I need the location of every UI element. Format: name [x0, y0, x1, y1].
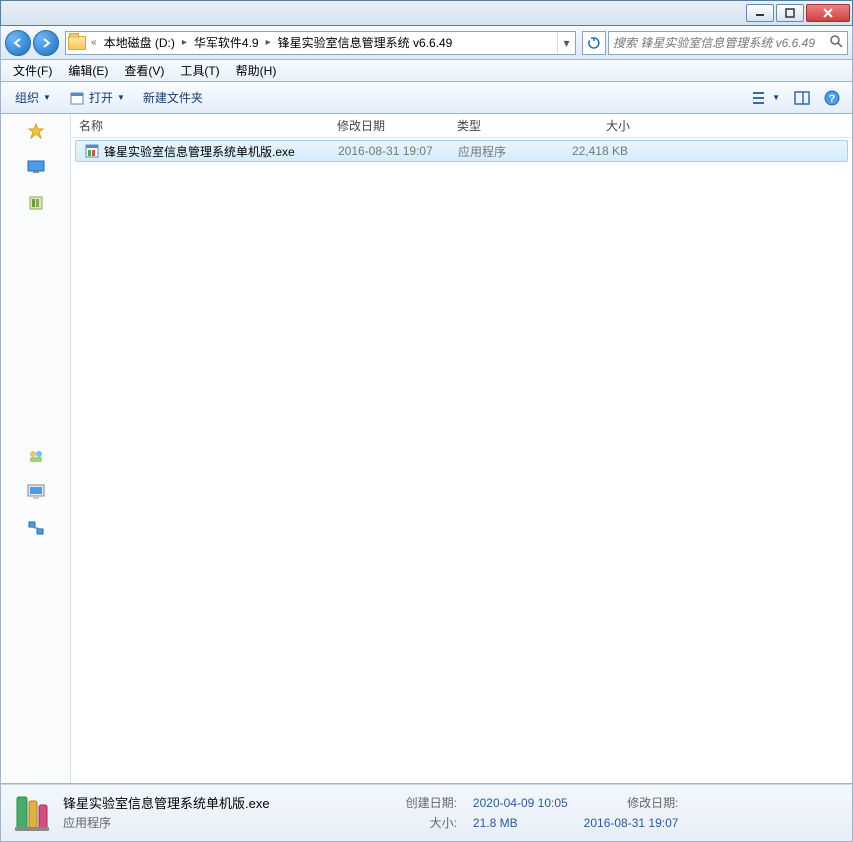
menu-tools[interactable]: 工具(T) — [172, 60, 227, 81]
toolbar-label: 组织 — [15, 89, 39, 106]
toolbar: 组织 ▼ 打开 ▼ 新建文件夹 ▼ ? — [0, 82, 853, 114]
title-bar — [0, 0, 853, 26]
chevron-down-icon: ▼ — [772, 93, 780, 102]
file-list: 锋星实验室信息管理系统单机版.exe 2016-08-31 19:07 应用程序… — [71, 138, 852, 783]
details-mod-value: 2016-08-31 19:07 — [584, 816, 679, 830]
menu-edit[interactable]: 编辑(E) — [60, 60, 116, 81]
details-create-value: 2020-04-09 10:05 — [473, 796, 568, 810]
chevron-right-icon[interactable]: ▸ — [263, 37, 274, 48]
refresh-icon — [587, 36, 601, 50]
view-options-button[interactable]: ▼ — [746, 87, 786, 109]
details-type: 应用程序 — [63, 814, 270, 831]
breadcrumb-label: 华军软件4.9 — [194, 34, 259, 51]
window-controls — [744, 4, 850, 22]
libraries-icon[interactable] — [26, 194, 46, 212]
menu-view[interactable]: 查看(V) — [116, 60, 172, 81]
address-dropdown[interactable]: ▾ — [557, 32, 575, 54]
file-date-cell: 2016-08-31 19:07 — [330, 144, 450, 158]
breadcrumb-label: 本地磁盘 (D:) — [104, 34, 175, 51]
organize-button[interactable]: 组织 ▼ — [7, 85, 59, 110]
details-name: 锋星实验室信息管理系统单机版.exe — [63, 793, 270, 812]
file-size-cell: 22,418 KB — [560, 144, 636, 158]
help-button[interactable]: ? — [818, 86, 846, 110]
breadcrumb-label: 锋星实验室信息管理系统 v6.6.49 — [278, 34, 453, 51]
view-icon — [752, 91, 768, 105]
new-folder-button[interactable]: 新建文件夹 — [135, 85, 211, 110]
preview-pane-icon — [794, 91, 810, 105]
navigation-bar: « 本地磁盘 (D:) ▸ 华军软件4.9 ▸ 锋星实验室信息管理系统 v6.6… — [0, 26, 853, 60]
column-header-date[interactable]: 修改日期 — [329, 114, 449, 137]
navigation-pane — [1, 114, 71, 783]
chevron-right-icon[interactable]: ▸ — [179, 37, 190, 48]
maximize-button[interactable] — [776, 4, 804, 22]
file-name-cell: 锋星实验室信息管理系统单机版.exe — [76, 143, 330, 160]
close-button[interactable] — [806, 4, 850, 22]
chevron-down-icon: ▼ — [117, 93, 125, 102]
details-mod-label: 修改日期: — [584, 794, 679, 811]
minimize-button[interactable] — [746, 4, 774, 22]
homegroup-icon[interactable] — [26, 447, 46, 465]
toolbar-label: 打开 — [89, 89, 113, 106]
chevron-down-icon: ▼ — [43, 93, 51, 102]
arrow-right-icon — [40, 37, 52, 49]
details-text: 锋星实验室信息管理系统单机版.exe 修改日期: 2016-08-31 19:0… — [63, 793, 678, 833]
search-input[interactable] — [613, 36, 829, 50]
column-header-name[interactable]: 名称 — [71, 114, 329, 137]
file-name-label: 锋星实验室信息管理系统单机版.exe — [104, 143, 295, 160]
minimize-icon — [755, 9, 765, 17]
file-list-area: 名称 修改日期 类型 大小 锋星实验室信息管理系统单机版.exe 2016-08… — [71, 114, 852, 783]
menu-file[interactable]: 文件(F) — [5, 60, 60, 81]
search-icon — [829, 34, 843, 51]
breadcrumb-item[interactable]: 华军软件4.9 — [190, 32, 263, 54]
breadcrumb-item[interactable]: 本地磁盘 (D:) — [100, 32, 179, 54]
column-headers: 名称 修改日期 类型 大小 — [71, 114, 852, 138]
favorites-icon[interactable] — [26, 122, 46, 140]
search-box[interactable] — [608, 31, 848, 55]
file-type-cell: 应用程序 — [450, 143, 560, 160]
maximize-icon — [785, 8, 795, 18]
details-create-label: 创建日期: — [406, 794, 457, 811]
details-size-label: 大小: — [286, 814, 457, 831]
preview-pane-button[interactable] — [788, 87, 816, 109]
desktop-icon[interactable] — [26, 158, 46, 176]
network-icon[interactable] — [26, 519, 46, 537]
details-pane: 锋星实验室信息管理系统单机版.exe 修改日期: 2016-08-31 19:0… — [0, 784, 853, 842]
menu-help[interactable]: 帮助(H) — [228, 60, 285, 81]
back-button[interactable] — [5, 30, 31, 56]
help-icon: ? — [824, 90, 840, 106]
toolbar-label: 新建文件夹 — [143, 89, 203, 106]
details-size-value: 21.8 MB — [473, 816, 568, 830]
svg-text:?: ? — [829, 93, 836, 105]
open-icon — [69, 90, 85, 106]
computer-icon[interactable] — [26, 483, 46, 501]
open-button[interactable]: 打开 ▼ — [61, 85, 133, 110]
forward-button[interactable] — [33, 30, 59, 56]
menu-bar: 文件(F) 编辑(E) 查看(V) 工具(T) 帮助(H) — [0, 60, 853, 82]
explorer-body: 名称 修改日期 类型 大小 锋星实验室信息管理系统单机版.exe 2016-08… — [0, 114, 853, 784]
crumb-prefix: « — [88, 37, 100, 48]
details-file-icon — [9, 791, 53, 835]
refresh-button[interactable] — [582, 31, 606, 55]
column-header-size[interactable]: 大小 — [559, 114, 639, 137]
close-icon — [822, 8, 834, 18]
arrow-left-icon — [12, 37, 24, 49]
file-row[interactable]: 锋星实验室信息管理系统单机版.exe 2016-08-31 19:07 应用程序… — [75, 140, 848, 162]
exe-icon — [84, 143, 100, 159]
breadcrumb-item[interactable]: 锋星实验室信息管理系统 v6.6.49 — [274, 32, 457, 54]
folder-icon — [66, 32, 88, 54]
column-header-type[interactable]: 类型 — [449, 114, 559, 137]
address-bar[interactable]: « 本地磁盘 (D:) ▸ 华军软件4.9 ▸ 锋星实验室信息管理系统 v6.6… — [65, 31, 576, 55]
